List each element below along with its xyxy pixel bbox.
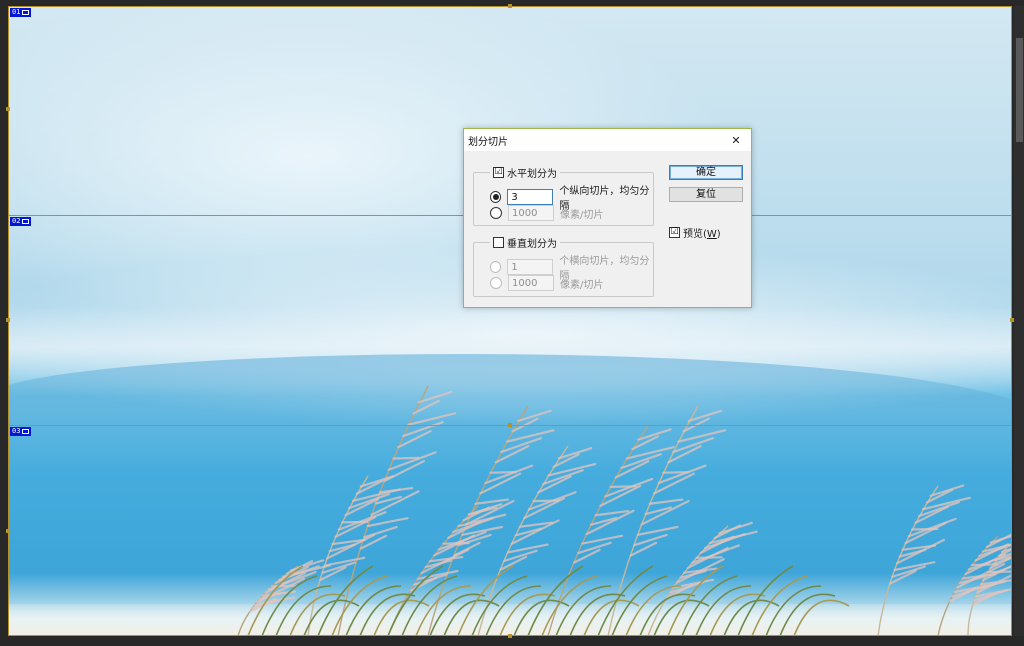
horizontal-divide-label: 水平划分为 — [507, 169, 557, 180]
reed-plume-strand — [334, 515, 377, 538]
slice-number: 02 — [12, 217, 21, 225]
image-slice-icon — [22, 429, 30, 434]
reed-plume-strand — [532, 499, 560, 503]
preview-label: 预览(W) — [683, 225, 721, 240]
photo-canvas[interactable] — [8, 6, 1012, 636]
reed-plume-strand — [609, 485, 637, 488]
handle-left-3[interactable] — [6, 529, 10, 533]
horizontal-option-pixels: 像素/切片 — [490, 205, 603, 221]
preview-checkbox[interactable]: ☑ — [669, 227, 680, 238]
ok-button[interactable]: 确定 — [669, 165, 743, 180]
reed-plume-strand — [392, 456, 420, 460]
reed-plume-strand — [506, 543, 549, 554]
vertical-count-radio[interactable] — [490, 261, 502, 273]
horizontal-divide-group: ☑ 水平划分为 个纵向切片，均匀分隔 像素/切片 — [473, 165, 654, 226]
reed-plume-strand — [989, 534, 1012, 544]
reed-plume-strand — [986, 570, 1012, 574]
preview-label-prefix: 预览( — [683, 229, 707, 240]
reed-plume-strand — [397, 429, 432, 449]
horizontal-divide-checkbox[interactable]: ☑ — [493, 167, 504, 178]
preview-label-suffix: ) — [716, 229, 721, 240]
reed-plume-strand — [695, 556, 723, 560]
slice-tag-03[interactable]: 03 — [10, 427, 32, 436]
horizontal-divide-legend[interactable]: ☑ 水平划分为 — [490, 165, 560, 180]
reed-plume-strand — [271, 584, 299, 588]
reed-plume-strand — [366, 517, 409, 528]
close-icon: ✕ — [731, 133, 741, 147]
vertical-divide-checkbox[interactable] — [493, 237, 504, 248]
handle-left-2[interactable] — [6, 318, 10, 322]
reed-plume-strand — [363, 525, 398, 539]
grass-blade — [723, 599, 780, 636]
horizontal-count-radio[interactable] — [490, 191, 502, 203]
slice-tag-01[interactable]: 01 — [10, 8, 32, 17]
handle-left-1[interactable] — [6, 107, 10, 111]
horizontal-pixels-input[interactable] — [508, 205, 554, 221]
preview-option[interactable]: ☑ 预览(W) — [669, 225, 721, 240]
reed-plume-strand — [677, 429, 727, 443]
horizontal-count-input[interactable] — [507, 189, 554, 205]
reed-plume-strand — [505, 429, 555, 443]
horizontal-pixels-radio[interactable] — [490, 207, 502, 219]
reed-plume-strand — [407, 412, 457, 426]
handle-bottom[interactable] — [508, 634, 512, 638]
reed-plume-strand — [581, 534, 624, 545]
grass-blade — [443, 599, 500, 636]
reed-plume-strand — [662, 471, 690, 474]
reed-plume-strand — [442, 541, 470, 545]
reed-plume-strand — [633, 533, 668, 547]
handle-top[interactable] — [508, 4, 512, 8]
vertical-divide-legend[interactable]: 垂直划分为 — [490, 235, 560, 250]
reeds-foreground — [237, 385, 1012, 636]
image-slice-icon — [22, 10, 30, 15]
reed-plume-strand — [474, 498, 510, 505]
reed-plume-strand — [323, 556, 366, 567]
dialog-titlebar[interactable]: 划分切片 ✕ — [464, 129, 751, 151]
reed-plume-strand — [594, 509, 630, 517]
dialog-title: 划分切片 — [468, 136, 508, 148]
grass-blade — [513, 599, 570, 636]
vertical-divide-group: 垂直划分为 个横向切片，均匀分隔 像素/切片 — [473, 235, 654, 297]
handle-mid[interactable] — [508, 423, 512, 427]
image-slice-icon — [22, 219, 30, 224]
reed-plume-strand — [904, 522, 947, 545]
reed-plume-strand — [636, 525, 679, 536]
vertical-option-pixels: 像素/切片 — [490, 275, 603, 291]
close-button[interactable]: ✕ — [721, 129, 751, 151]
reset-button[interactable]: 复位 — [669, 187, 743, 202]
scrollbar-thumb[interactable] — [1016, 38, 1023, 142]
reed-plume-strand — [489, 471, 517, 474]
vertical-count-input[interactable] — [507, 259, 554, 275]
vertical-divide-label: 垂直划分为 — [507, 239, 557, 250]
preview-accelerator: W — [706, 229, 717, 240]
reed-plume-strand — [718, 521, 753, 535]
vertical-pixels-radio[interactable] — [490, 277, 502, 289]
horizontal-pixels-suffix: 像素/切片 — [560, 209, 604, 221]
slice-number: 03 — [12, 427, 21, 435]
reed-plume-strand — [341, 520, 369, 524]
divide-slice-dialog: 划分切片 ✕ ☑ 水平划分为 个纵向切片，均匀分隔 像素/切片 垂直划分为 — [463, 128, 752, 308]
reed-plume-strand — [911, 527, 939, 531]
slice-number: 01 — [12, 8, 21, 16]
grass-blade — [793, 599, 850, 636]
vertical-pixels-input[interactable] — [508, 275, 554, 291]
grass-blade — [303, 599, 360, 636]
reed-plume-strand — [648, 498, 684, 505]
reed-plume-strand — [359, 475, 395, 488]
vertical-pixels-suffix: 像素/切片 — [560, 279, 604, 291]
slice-tag-02[interactable]: 02 — [10, 217, 32, 226]
